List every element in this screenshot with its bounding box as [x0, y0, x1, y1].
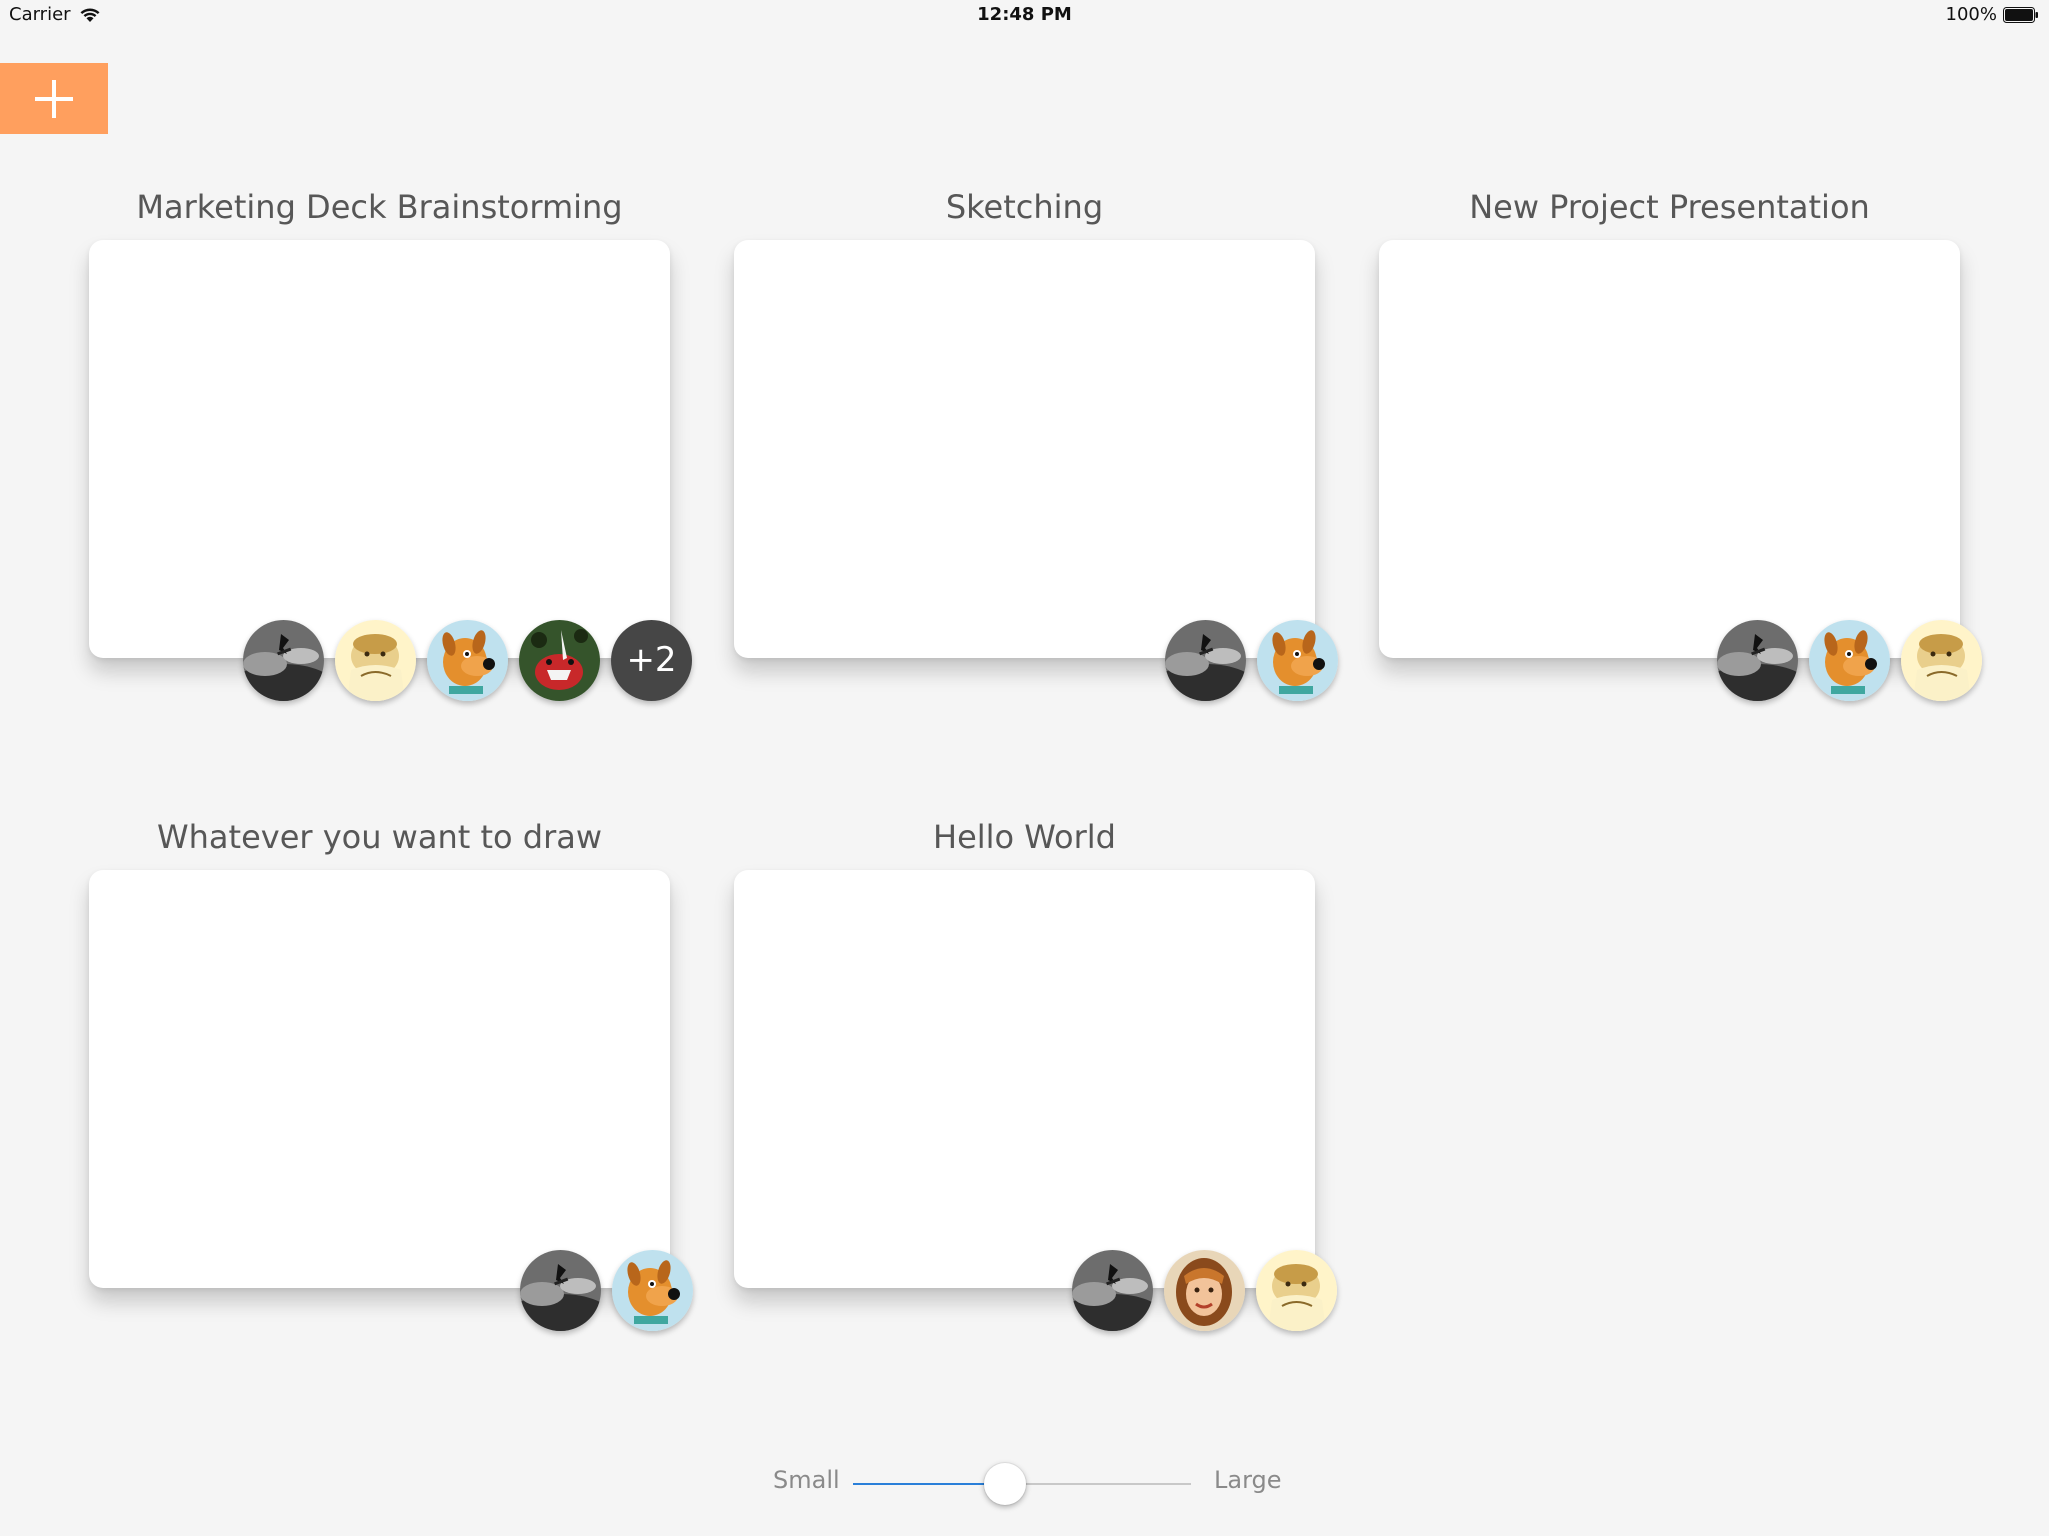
slider-min-label: Small [773, 1466, 840, 1494]
surfer-avatar[interactable] [1072, 1250, 1153, 1331]
red-creature-avatar[interactable] [519, 620, 600, 701]
cartoon-dog-yellow-avatar[interactable] [1901, 620, 1982, 701]
more-collaborators-badge[interactable]: +2 [611, 620, 692, 701]
collaborator-avatars: +2 [243, 620, 692, 702]
scooby-avatar[interactable] [612, 1250, 693, 1331]
battery-icon [2003, 6, 2039, 23]
status-battery: 100% [1946, 4, 2039, 25]
board-item: Hello World [734, 812, 1337, 1331]
collaborator-avatars [1165, 620, 1338, 702]
size-slider: Small Large [0, 1462, 2049, 1505]
board-title: New Project Presentation [1469, 188, 1870, 226]
collaborator-avatars [520, 1250, 693, 1332]
board-title: Whatever you want to draw [156, 818, 602, 856]
board-card[interactable] [89, 240, 670, 658]
girl-avatar[interactable] [1164, 1250, 1245, 1331]
slider-max-label: Large [1214, 1466, 1282, 1494]
surfer-avatar[interactable] [1165, 620, 1246, 701]
status-time: 12:48 PM [977, 4, 1072, 25]
collaborator-avatars [1717, 620, 1982, 702]
add-board-button[interactable] [0, 63, 108, 134]
board-card[interactable] [1379, 240, 1960, 658]
slider-fill [853, 1483, 1006, 1485]
board-title: Sketching [945, 188, 1104, 226]
board-item: Marketing Deck Brainstorming +2 [89, 182, 692, 701]
cartoon-dog-yellow-avatar[interactable] [1256, 1250, 1337, 1331]
surfer-avatar[interactable] [520, 1250, 601, 1331]
collaborator-avatars [1072, 1250, 1337, 1332]
slider-thumb[interactable] [984, 1463, 1027, 1505]
scooby-avatar[interactable] [1257, 620, 1338, 701]
plus-icon [35, 79, 73, 118]
board-item: Whatever you want to draw [89, 812, 693, 1331]
surfer-avatar[interactable] [1717, 620, 1798, 701]
board-title: Marketing Deck Brainstorming [136, 188, 623, 226]
board-item: Sketching [734, 182, 1338, 701]
status-bar: Carrier 12:48 PM 100% [0, 0, 2049, 30]
slider-track[interactable] [853, 1463, 1191, 1505]
battery-percent: 100% [1945, 4, 1997, 25]
scooby-avatar[interactable] [1809, 620, 1890, 701]
board-card[interactable] [734, 240, 1315, 658]
scooby-avatar[interactable] [427, 620, 508, 701]
board-card[interactable] [89, 870, 670, 1288]
board-item: New Project Presentation [1379, 182, 1982, 701]
board-title: Hello World [933, 818, 1116, 856]
cartoon-dog-yellow-avatar[interactable] [335, 620, 416, 701]
board-card[interactable] [734, 870, 1315, 1288]
surfer-avatar[interactable] [243, 620, 324, 701]
